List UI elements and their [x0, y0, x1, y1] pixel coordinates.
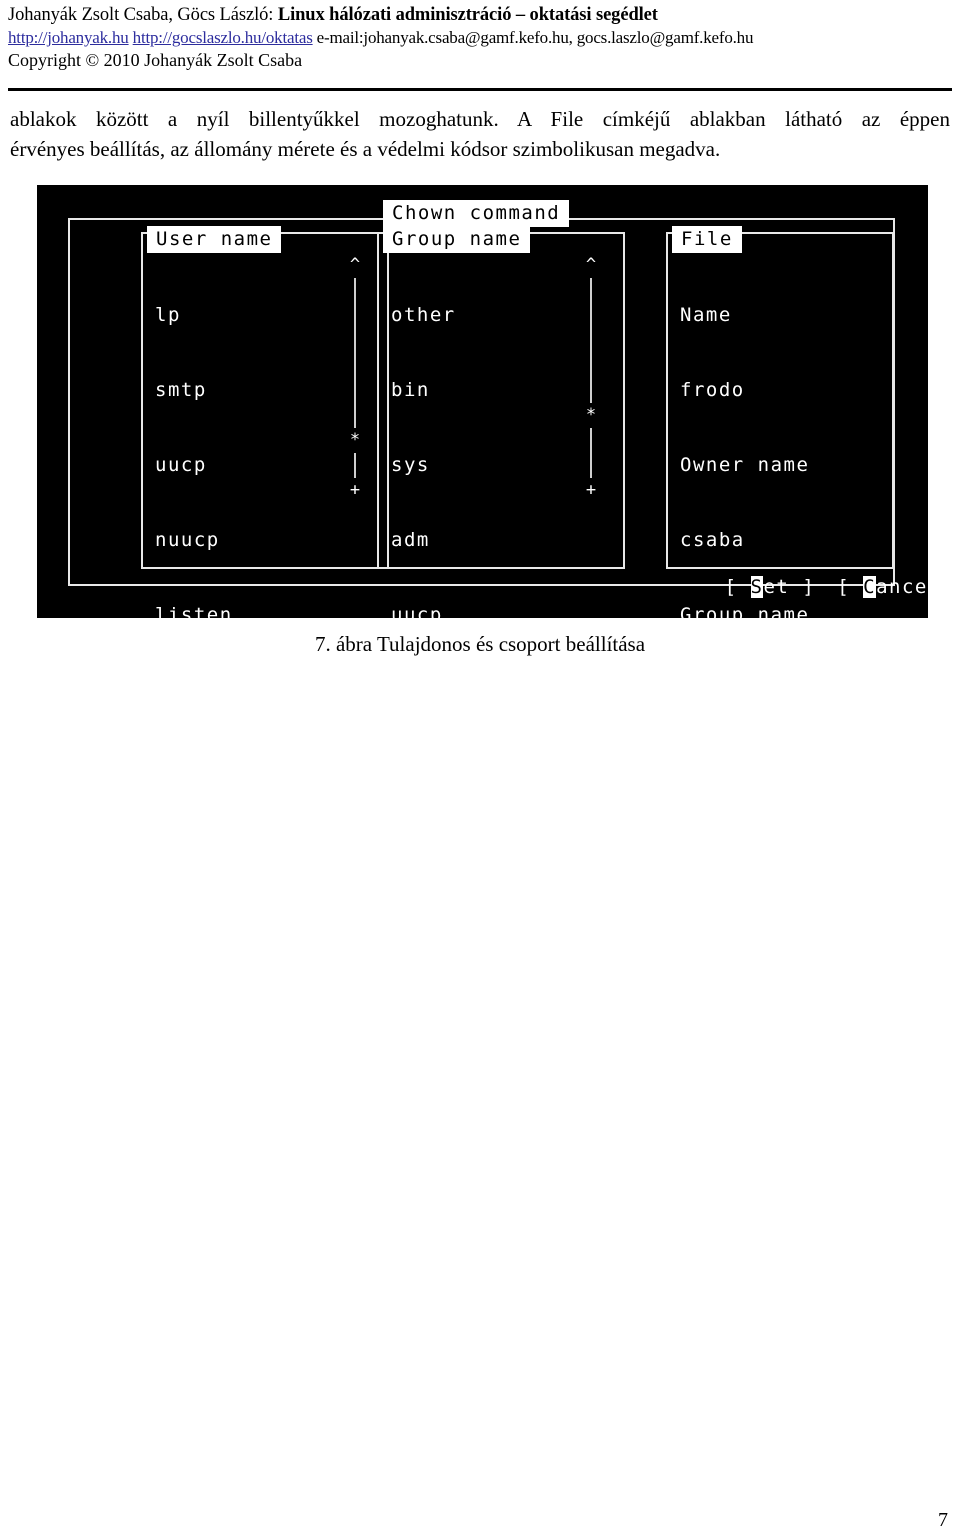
user-name-panel-title: User name	[147, 226, 282, 253]
figure-chown-dialog: User name lp smtp uucp nuucp listen nobo…	[37, 185, 928, 618]
list-item[interactable]: adm	[388, 528, 620, 553]
dialog-title: Chown command	[383, 200, 570, 227]
user-name-scrollbar[interactable]: ^ * +	[348, 253, 362, 503]
list-item[interactable]: listen	[152, 603, 384, 618]
file-name-label: Name	[680, 304, 732, 326]
header-title: Linux hálózati adminisztráció – oktatási…	[277, 5, 658, 25]
set-button-bracket-open: [	[724, 576, 751, 598]
header-copyright: Copyright © 2010 Johanyák Zsolt Csaba	[8, 50, 303, 70]
header-title-line: Johanyák Zsolt Csaba, Göcs László: Linux…	[8, 4, 952, 27]
header-authors: Johanyák Zsolt Csaba, Göcs László:	[8, 5, 278, 25]
cancel-button-bracket-open: [	[837, 576, 864, 598]
list-item[interactable]: uucp	[388, 603, 620, 618]
file-owner-label: Owner name	[680, 454, 810, 476]
author1-website-link[interactable]: http://johanyak.hu	[8, 28, 129, 47]
scrollbar-thumb-marker[interactable]: *	[584, 403, 598, 428]
terminal-screen: User name lp smtp uucp nuucp listen nobo…	[37, 185, 928, 618]
document-header: Johanyák Zsolt Csaba, Göcs László: Linux…	[8, 4, 952, 72]
dialog-button-row: [ Set ][ Cancel ]	[647, 548, 928, 618]
set-button[interactable]: [ Set ]	[725, 574, 816, 600]
set-button-label: et	[763, 576, 790, 598]
scrollbar-down-marker[interactable]: +	[584, 478, 598, 503]
scrollbar-thumb-marker[interactable]: *	[348, 428, 362, 453]
body-paragraph-line-1: ablakok között a nyíl billentyűkkel mozo…	[10, 107, 950, 131]
author2-website-link[interactable]: http://gocslaszlo.hu/oktatas	[133, 28, 313, 47]
scrollbar-rail	[590, 265, 592, 503]
cancel-button[interactable]: [ Cancel ]	[837, 574, 928, 600]
page-number: 7	[938, 1509, 948, 1531]
body-paragraph-line-2: érvényes beállítás, az állomány mérete é…	[10, 137, 721, 161]
scrollbar-up-marker[interactable]: ^	[348, 253, 362, 278]
list-item[interactable]: nuucp	[152, 528, 384, 553]
file-name-value: frodo	[680, 379, 745, 401]
header-emails: e-mail:johanyak.csaba@gamf.kefo.hu, gocs…	[312, 28, 754, 47]
body-paragraph: ablakok között a nyíl billentyűkkel mozo…	[10, 104, 950, 164]
cancel-button-label: ancel	[876, 576, 928, 598]
figure-caption: 7. ábra Tulajdonos és csoport beállítása	[314, 632, 646, 656]
group-name-scrollbar[interactable]: ^ * +	[584, 253, 598, 503]
scrollbar-rail	[354, 265, 356, 503]
cancel-button-hotkey: C	[863, 576, 877, 598]
scrollbar-down-marker[interactable]: +	[348, 478, 362, 503]
file-info-panel-title: File	[672, 226, 742, 253]
set-button-hotkey: S	[750, 576, 764, 598]
header-divider-rule	[8, 88, 952, 91]
header-links-line: http://johanyak.hu http://gocslaszlo.hu/…	[8, 27, 952, 49]
scrollbar-up-marker[interactable]: ^	[584, 253, 598, 278]
group-name-panel-title: Group name	[383, 226, 531, 253]
set-button-bracket-close: ]	[789, 576, 816, 598]
